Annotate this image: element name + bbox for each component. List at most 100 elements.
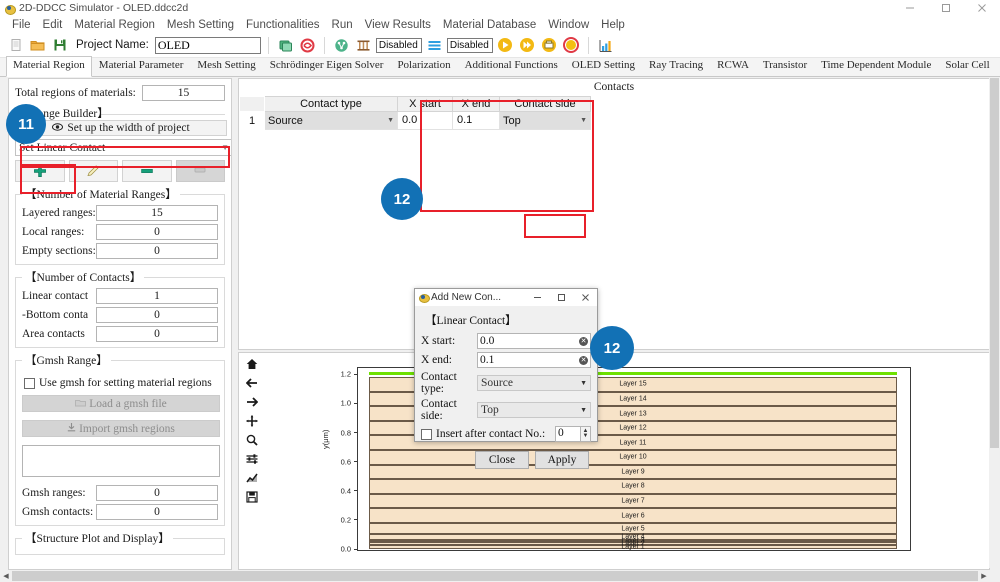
remove-contact-button[interactable] xyxy=(122,160,172,182)
setup-width-button[interactable]: Set up the width of project xyxy=(15,120,227,136)
save-disk-icon[interactable] xyxy=(50,36,69,55)
gmsh-ranges-row: Gmsh ranges: 0 xyxy=(22,485,218,501)
insert-after-checkbox[interactable] xyxy=(421,428,432,440)
tab-material-parameter[interactable]: Material Parameter xyxy=(92,56,191,76)
scroll-left-arrow-icon[interactable]: ◀ xyxy=(0,570,12,582)
tab-rcwa[interactable]: RCWA xyxy=(710,56,756,76)
tab-additional-functions[interactable]: Additional Functions xyxy=(458,56,565,76)
contact-side-dropdown[interactable]: Top ▼ xyxy=(477,402,591,418)
tab-ray-tracing[interactable]: Ray Tracing xyxy=(642,56,710,76)
menu-edit[interactable]: Edit xyxy=(37,17,69,33)
add-contact-button[interactable] xyxy=(15,160,65,182)
tab-material-region[interactable]: Material Region xyxy=(6,56,92,77)
maximize-icon[interactable] xyxy=(549,289,573,306)
tab-oled-setting[interactable]: OLED Setting xyxy=(565,56,642,76)
status-field-2[interactable]: Disabled xyxy=(446,37,493,53)
table-row[interactable]: 1 Source ▼ 0.0 0.1 Top ▼ xyxy=(239,111,591,130)
edit-contact-button[interactable] xyxy=(68,160,118,182)
structure-plot[interactable]: y(μm) 0.0 0.2 0.4 0.6 0.8 1.0 1.2 Layer 15 Layer… xyxy=(269,353,989,569)
empty-sections-value[interactable]: 0 xyxy=(96,243,218,259)
tab-schrodinger-eigen-solver[interactable]: Schrödinger Eigen Solver xyxy=(263,56,391,76)
close-icon[interactable] xyxy=(573,289,597,306)
layered-ranges-value[interactable]: 15 xyxy=(96,205,218,221)
mesh-node-icon[interactable] xyxy=(332,36,351,55)
reload-circular-icon[interactable] xyxy=(298,36,317,55)
back-arrow-icon[interactable] xyxy=(245,376,259,390)
area-contacts-value[interactable]: 0 xyxy=(96,326,218,342)
bar-chart-icon[interactable] xyxy=(596,36,615,55)
forward-arrow-icon[interactable] xyxy=(245,395,259,409)
local-ranges-value[interactable]: 0 xyxy=(96,224,218,240)
pan-move-icon[interactable] xyxy=(245,414,259,428)
tab-thermal[interactable]: Thermal xyxy=(997,56,1000,76)
stop-icon[interactable] xyxy=(562,36,581,55)
contact-type-dropdown[interactable]: Source ▼ xyxy=(265,112,397,129)
spinner-arrows-icon[interactable]: ▲ ▼ xyxy=(581,426,591,442)
zoom-magnifier-icon[interactable] xyxy=(245,433,259,447)
menu-run[interactable]: Run xyxy=(326,17,359,33)
run-play-icon[interactable] xyxy=(496,36,515,55)
menu-material-database[interactable]: Material Database xyxy=(437,17,542,33)
close-icon[interactable] xyxy=(964,0,1000,16)
use-gmsh-checkbox[interactable]: Use gmsh for setting material regions xyxy=(24,377,218,389)
tab-polarization[interactable]: Polarization xyxy=(390,56,457,76)
menu-material-region[interactable]: Material Region xyxy=(68,17,161,33)
gmsh-file-list[interactable] xyxy=(22,445,220,477)
clear-circle-icon[interactable]: ✕ xyxy=(579,355,588,365)
edit-axis-curve-icon[interactable] xyxy=(245,471,259,485)
minimize-icon[interactable] xyxy=(892,0,928,16)
configure-subplots-icon[interactable] xyxy=(245,452,259,466)
col-contact-type[interactable]: Contact type xyxy=(264,96,398,112)
maximize-icon[interactable] xyxy=(928,0,964,16)
new-file-icon[interactable] xyxy=(6,36,25,55)
col-contact-side[interactable]: Contact side xyxy=(499,96,591,112)
bottom-contact-value[interactable]: 0 xyxy=(96,307,218,323)
gmsh-ranges-value[interactable]: 0 xyxy=(96,485,218,501)
project-name-input[interactable] xyxy=(154,36,261,54)
minimize-icon[interactable] xyxy=(525,289,549,306)
tab-time-dependent-module[interactable]: Time Dependent Module xyxy=(814,56,938,76)
cell-x-end[interactable]: 0.1 xyxy=(452,111,500,130)
cell-contact-side[interactable]: Top ▼ xyxy=(499,111,591,130)
home-icon[interactable] xyxy=(245,357,259,371)
vertical-scrollbar[interactable] xyxy=(989,78,1000,568)
run-fast-forward-icon[interactable] xyxy=(518,36,537,55)
cell-contact-type[interactable]: Source ▼ xyxy=(264,111,398,130)
close-button[interactable]: Close xyxy=(475,451,529,469)
plot-layer-rect xyxy=(369,545,897,549)
col-x-start[interactable]: X start xyxy=(397,96,453,112)
tab-mesh-setting[interactable]: Mesh Setting xyxy=(190,56,262,76)
linear-contact-value[interactable]: 1 xyxy=(96,288,218,304)
contact-side-dropdown[interactable]: Top ▼ xyxy=(500,112,590,129)
col-x-end[interactable]: X end xyxy=(452,96,500,112)
gmsh-contacts-value[interactable]: 0 xyxy=(96,504,218,520)
menu-window[interactable]: Window xyxy=(542,17,595,33)
horizontal-scrollbar[interactable]: ◀ ▶ xyxy=(0,570,1000,582)
open-folder-icon[interactable] xyxy=(28,36,47,55)
menu-functionalities[interactable]: Functionalities xyxy=(240,17,326,33)
status-field-1[interactable]: Disabled xyxy=(375,37,422,53)
save-figure-icon[interactable] xyxy=(245,490,259,504)
layers-icon[interactable] xyxy=(425,36,444,55)
insert-after-input[interactable]: 0 xyxy=(555,426,581,442)
scroll-right-arrow-icon[interactable]: ▶ xyxy=(978,570,990,582)
contact-type-dropdown[interactable]: Source ▼ xyxy=(477,375,591,391)
x-start-input[interactable]: 0.0 ✕ xyxy=(477,333,591,349)
structure-icon[interactable] xyxy=(354,36,373,55)
menu-view-results[interactable]: View Results xyxy=(359,17,437,33)
clear-circle-icon[interactable]: ✕ xyxy=(579,336,588,346)
menu-mesh-setting[interactable]: Mesh Setting xyxy=(161,17,240,33)
menu-file[interactable]: File xyxy=(6,17,37,33)
tab-transistor[interactable]: Transistor xyxy=(756,56,814,76)
apply-button[interactable]: Apply xyxy=(535,451,589,469)
contact-mode-dropdown[interactable]: Set Linear Contact ▼ xyxy=(15,139,231,156)
refresh-icon[interactable] xyxy=(276,36,295,55)
total-regions-value[interactable]: 15 xyxy=(141,85,225,101)
x-end-input[interactable]: 0.1 ✕ xyxy=(477,352,591,368)
vertical-scrollbar-thumb[interactable] xyxy=(990,78,999,448)
menu-help[interactable]: Help xyxy=(595,17,631,33)
cell-x-start[interactable]: 0.0 xyxy=(397,111,453,130)
export-icon[interactable] xyxy=(540,36,559,55)
tab-solar-cell[interactable]: Solar Cell xyxy=(938,56,996,76)
horizontal-scrollbar-thumb[interactable] xyxy=(12,571,978,581)
